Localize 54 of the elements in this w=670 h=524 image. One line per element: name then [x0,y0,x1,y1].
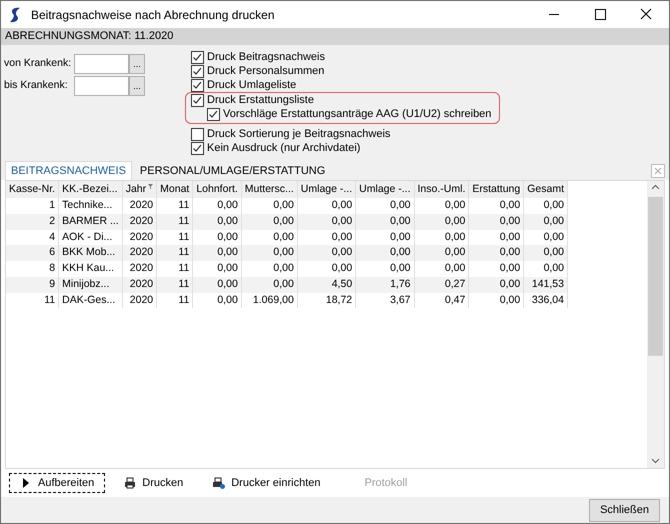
column-header[interactable]: Lohnfort. [192,181,242,198]
table-cell: DAK-Ges... [58,292,122,308]
table-cell: 3,67 [356,292,414,308]
tab[interactable]: BEITRAGSNACHWEIS [5,161,132,180]
column-header[interactable]: Umlage -... [297,181,356,198]
table-cell: 336,04 [524,292,568,308]
checkbox[interactable] [191,142,204,154]
column-header[interactable]: Muttersc... [241,181,298,198]
input-field[interactable] [74,54,129,74]
checkbox[interactable] [191,78,204,92]
checkbox[interactable] [191,128,204,140]
checkbox-label: Druck Erstattungsliste [207,92,314,108]
column-header[interactable]: Kasse-Nr. [6,181,59,198]
checkbox-label: Druck Beitragsnachweis [207,50,325,65]
close-button[interactable]: Schließen [589,498,660,522]
field-label: bis Krankenk: [4,78,69,94]
action-button[interactable]: Drucken [113,473,194,493]
column-header[interactable]: KK.-Bezei... [58,181,122,198]
checkbox[interactable] [191,50,204,64]
header-band: ABRECHNUNGSMONAT: 11.2020 [1,28,669,45]
input-field[interactable] [74,76,129,96]
checkbox-label: Kein Ausdruck (nur Archivdatei) [207,140,360,156]
filter-icon [148,184,154,189]
column-header[interactable]: Inso.-Uml. [414,181,469,198]
table-cell: 0,47 [414,292,469,308]
checkbox-label: Druck Personalsummen [207,64,324,79]
checkbox-label: Vorschläge Erstattungsanträge AAG (U1/U2) schreiben [223,106,492,122]
action-button[interactable]: Aufbereiten [9,473,106,493]
column-header[interactable]: Gesamt [524,181,568,198]
table-cell: 2020 [122,292,157,308]
window-title: Beitragsnachweise nach Abrechnung drucken [31,6,274,24]
column-header[interactable]: Monat [156,181,193,198]
checkbox[interactable] [191,94,204,106]
checkbox[interactable] [191,64,204,78]
app-logo-icon [9,6,21,22]
table-cell: 11 [6,292,59,308]
scrollbar[interactable] [647,181,664,468]
action-button[interactable]: Drucker einrichten [202,473,332,493]
table-cell: 0,00 [192,292,242,308]
table-cell: 11 [156,292,193,308]
checkbox-label: Druck Sortierung je Beitragsnachweis [207,126,390,142]
printer-icon [124,477,136,489]
table-cell: 1.069,00 [241,292,298,308]
checkbox[interactable] [207,108,220,120]
column-header[interactable]: Umlage -... [356,181,414,198]
column-header[interactable]: Jahr [122,181,157,198]
table-cell: 0,00 [468,292,524,308]
column-header[interactable]: Erstattung [468,181,524,198]
table-cell: 18,72 [297,292,356,308]
tab[interactable]: PERSONAL/UMLAGE/ERSTATTUNG [132,163,334,180]
browse-button[interactable]: ... [129,54,145,74]
browse-button[interactable]: ... [129,76,145,96]
checkbox-label: Druck Umlageliste [207,78,296,93]
field-label: von Krankenk: [4,56,72,72]
